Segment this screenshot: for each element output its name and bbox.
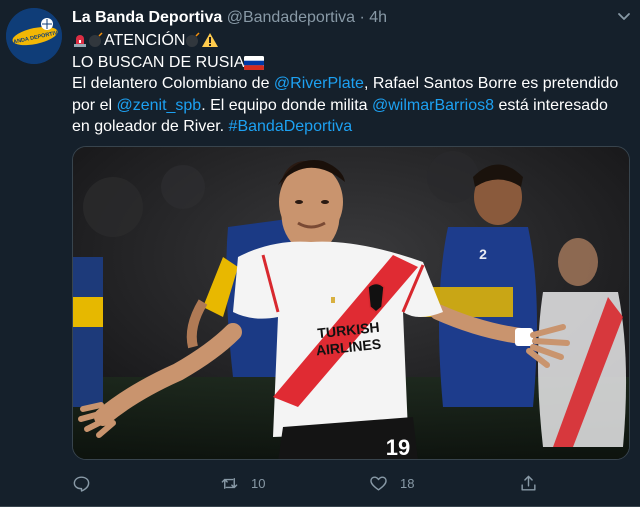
like-button[interactable]: 18 — [369, 470, 414, 496]
avatar-logo: BANDA DEPORTIVA — [6, 8, 62, 64]
svg-text:2: 2 — [479, 246, 487, 262]
headline-russia: LO BUSCAN DE RUSIA — [72, 53, 245, 71]
tweet-line-2: LO BUSCAN DE RUSIA — [72, 52, 632, 74]
separator: · — [359, 9, 365, 26]
tweet-text: ATENCIÓN LO BUSCAN DE RUSIA El delantero… — [72, 30, 632, 138]
warning-icon — [202, 33, 219, 47]
russia-flag-icon — [244, 55, 265, 70]
tweet-photo[interactable]: 2 TURKISH AIRLINES 19 — [72, 146, 630, 460]
shirt-number: 19 — [386, 435, 410, 460]
retweet-button[interactable]: 10 — [220, 470, 265, 496]
tweet-text-segment: está interesado — [494, 96, 608, 114]
player-celebration-photo: 2 TURKISH AIRLINES 19 — [73, 147, 629, 460]
display-name[interactable]: La Banda Deportiva — [72, 9, 222, 26]
hashtag-bandadeportiva[interactable]: #BandaDeportiva — [229, 118, 353, 135]
siren-icon — [74, 35, 86, 47]
reply-icon — [73, 475, 90, 492]
like-icon — [370, 475, 387, 491]
headline-attention: ATENCIÓN — [104, 32, 186, 49]
avatar[interactable]: BANDA DEPORTIVA — [6, 8, 62, 64]
mention-zenit[interactable]: @zenit_spb — [116, 97, 201, 114]
bomb-icon — [89, 32, 103, 47]
share-button[interactable] — [519, 470, 538, 496]
tweet-text-segment: El delantero Colombiano de — [72, 75, 274, 92]
tweet[interactable]: BANDA DEPORTIVA La Banda Deportiva @Band… — [0, 0, 640, 507]
timestamp[interactable]: 4h — [369, 9, 387, 26]
tweet-text-segment: en goleador de River. — [72, 118, 229, 135]
share-icon — [521, 475, 536, 491]
tweet-line-1: ATENCIÓN — [72, 30, 632, 52]
tweet-text-segment: por el — [72, 96, 117, 114]
caret-down-icon[interactable] — [616, 8, 632, 24]
tweet-line-3: El delantero Colombiano de @RiverPlate, … — [72, 73, 632, 95]
like-count: 18 — [400, 475, 415, 491]
mention-riverplate[interactable]: @RiverPlate — [274, 75, 364, 92]
tweet-text-segment: . El equipo donde milita — [201, 96, 372, 114]
tweet-line-5: en goleador de River. #BandaDeportiva — [72, 116, 632, 138]
retweet-count: 10 — [251, 475, 266, 491]
mention-wilmarbarrios[interactable]: @wilmarBarrios8 — [372, 97, 494, 114]
bomb-icon — [186, 32, 201, 47]
reply-button[interactable] — [72, 470, 103, 496]
retweet-icon — [221, 477, 238, 489]
tweet-header: La Banda Deportiva @Bandadeportiva · 4h — [72, 7, 632, 29]
tweet-text-segment: , Rafael Santos Borre es pretendido — [363, 75, 619, 92]
tweet-actions: 10 18 — [72, 470, 632, 496]
tweet-line-4: por el @zenit_spb. El equipo donde milit… — [72, 95, 632, 117]
handle[interactable]: @Bandadeportiva — [227, 9, 355, 26]
